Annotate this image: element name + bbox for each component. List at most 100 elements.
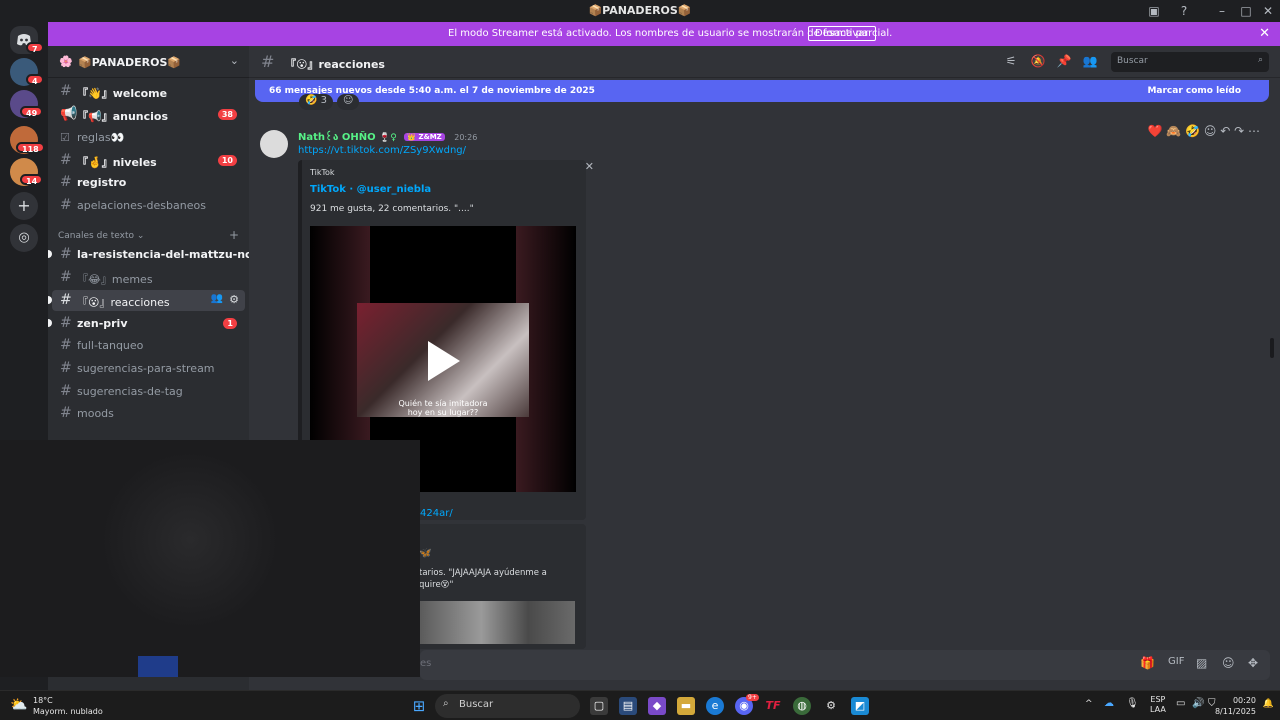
message-toolbar: ❤️ 🙈 🤣 ☺ ↶ ↷ ⋯ <box>1148 124 1260 138</box>
avatar[interactable] <box>260 130 288 158</box>
category-text-channels[interactable]: Canales de texto ⌄ <box>58 231 144 241</box>
channel-anuncios[interactable]: 📢 『📢』anuncios 38 <box>52 104 245 125</box>
channel-sugerencias-tag[interactable]: # sugerencias-de-tag <box>52 381 245 402</box>
channel-registro[interactable]: # registro <box>52 172 245 193</box>
close-icon[interactable]: ✕ <box>585 160 594 173</box>
steam-icon[interactable]: ⚙ <box>822 697 840 715</box>
close-window-button[interactable]: ✕ <box>1258 2 1278 20</box>
language-indicator[interactable]: ESP LAA <box>1150 695 1166 715</box>
channel-reglas[interactable]: ☑ reglas👀 <box>52 127 245 148</box>
server-icon-panaderos[interactable]: 49 <box>10 90 44 118</box>
add-server-icon[interactable]: + <box>10 192 38 220</box>
server-icon-3[interactable]: 118 <box>10 126 45 154</box>
scrollbar-thumb[interactable] <box>1270 338 1274 358</box>
search-input[interactable]: Buscar ⌕ <box>1111 52 1269 72</box>
channel-niveles[interactable]: # 『🤞』niveles 10 <box>52 150 245 171</box>
channel-memes[interactable]: # 『😂』memes <box>52 267 245 288</box>
emoji-reaction-icon[interactable]: 🙈 <box>1166 124 1181 138</box>
explore-icon[interactable]: ◎ <box>10 224 38 252</box>
task-view-icon[interactable]: ▢ <box>590 697 608 715</box>
gear-icon[interactable]: ⚙ <box>229 293 239 306</box>
message-link[interactable]: https://vt.tiktok.com/ZSy9Xwdng/ <box>298 145 466 156</box>
reaction-chip[interactable]: 🤣 3 <box>299 94 334 110</box>
embed-description: 921 me gusta, 22 comentarios. "...." <box>310 204 474 214</box>
message-composer[interactable]: es 🎁 GIF ▨ ☺ ✥ <box>420 650 1270 680</box>
forward-icon[interactable]: ↷ <box>1234 124 1244 138</box>
chat-header: # 『😮』reacciones ⚟ 🔕 📌 👥 Buscar ⌕ <box>249 46 1280 78</box>
laugh-reaction-icon[interactable]: 🤣 <box>1185 124 1200 138</box>
server-icon-1[interactable]: 4 <box>10 58 44 86</box>
emoji-icon[interactable]: ☺ <box>1222 656 1235 670</box>
new-messages-bar[interactable]: 66 mensajes nuevos desde 5:40 a.m. el 7 … <box>255 80 1269 102</box>
windows-start-icon[interactable]: ⊞ <box>410 697 428 715</box>
channel-label: 『😮』reacciones <box>77 296 170 309</box>
chevron-up-icon[interactable]: ^ <box>1085 699 1093 709</box>
video-caption: Quién te sía imitadora hoy en su lugar?? <box>357 399 529 417</box>
maximize-button[interactable]: □ <box>1236 2 1256 20</box>
gif-icon[interactable]: GIF <box>1168 656 1184 667</box>
close-icon[interactable]: ✕ <box>1259 26 1270 41</box>
hash-icon: # <box>60 197 72 213</box>
webcam-object <box>138 656 178 677</box>
server-tag: 👑 Z&MZ <box>404 133 445 141</box>
channel-full-tanqueo[interactable]: # full-tanqueo <box>52 335 245 356</box>
channel-sugerencias-stream[interactable]: # sugerencias-para-stream <box>52 358 245 379</box>
discord-home-icon[interactable]: 7 <box>10 26 44 54</box>
more-icon[interactable]: ⋯ <box>1248 124 1260 138</box>
hash-icon: # <box>60 292 72 308</box>
notification-icon[interactable]: 🔔 <box>1263 699 1274 709</box>
weather-icon[interactable]: ⛅ <box>10 697 27 713</box>
sticker-icon[interactable]: ▨ <box>1196 656 1207 670</box>
add-reaction-icon[interactable]: ☺ <box>1204 124 1217 138</box>
clock[interactable]: 00:20 8/11/2025 <box>1215 695 1256 717</box>
chevron-down-icon[interactable]: ⌄ <box>230 54 239 67</box>
network-icon[interactable]: ▭ <box>1176 698 1185 709</box>
server-icon-4[interactable]: 14 <box>10 158 44 186</box>
edge-icon[interactable]: e <box>706 697 724 715</box>
add-reaction-icon[interactable]: ☺ <box>337 94 360 110</box>
channel-reacciones[interactable]: # 『😮』reacciones 👥 ⚙ <box>48 290 245 311</box>
copilot-icon[interactable]: ◆ <box>648 697 666 715</box>
play-icon[interactable] <box>428 341 460 381</box>
video-thumbnail[interactable] <box>419 601 575 644</box>
heart-reaction-icon[interactable]: ❤️ <box>1148 124 1163 138</box>
channel-zen-priv[interactable]: # zen-priv 1 <box>48 313 245 334</box>
volume-icon[interactable]: 🔊 <box>1192 698 1204 709</box>
channel-label: zen-priv <box>77 317 128 330</box>
file-explorer-icon[interactable]: ▬ <box>677 697 695 715</box>
tf-app-icon[interactable]: TF <box>764 697 782 715</box>
channel-apelaciones[interactable]: # apelaciones-desbaneos <box>52 195 245 216</box>
server-header[interactable]: 🌸 📦PANADEROS📦 ⌄ <box>48 46 249 78</box>
reply-icon[interactable]: ↶ <box>1220 124 1230 138</box>
taskbar-search[interactable]: ⌕ Buscar <box>435 694 580 718</box>
channel-moods[interactable]: # moods <box>52 403 245 424</box>
channel-welcome[interactable]: # 『👋』welcome <box>52 81 245 102</box>
mic-icon[interactable]: 🎙 <box>1126 698 1139 709</box>
app-icon-green[interactable]: ◍ <box>793 697 811 715</box>
webcam-person <box>100 450 280 630</box>
bell-muted-icon[interactable]: 🔕 <box>1030 54 1046 70</box>
channel-la-resistencia[interactable]: # la-resistencia-del-mattzu-no-s... <box>48 244 276 265</box>
hash-icon: # <box>60 405 72 421</box>
threads-icon[interactable]: ⚟ <box>1003 54 1019 70</box>
add-channel-icon[interactable]: + <box>229 228 239 242</box>
pin-icon[interactable]: 📌 <box>1056 54 1072 70</box>
help-icon[interactable]: ? <box>1174 2 1194 20</box>
store-icon[interactable]: ▤ <box>619 697 637 715</box>
invite-icon[interactable]: 👥 <box>211 293 223 304</box>
photos-icon[interactable]: ◩ <box>851 697 869 715</box>
inbox-icon[interactable]: ▣ <box>1144 2 1164 20</box>
mark-read-button[interactable]: Marcar como leído <box>1147 86 1241 96</box>
minimize-button[interactable]: – <box>1212 2 1232 20</box>
disable-streamer-button[interactable]: Desactivar <box>808 26 876 41</box>
message-author[interactable]: Nath꒰ა OHÑO 🍷♀ 👑 Z&MZ 20:26 <box>298 130 477 143</box>
hash-icon: # <box>60 360 72 376</box>
channel-label: la-resistencia-del-mattzu-no-s... <box>77 248 277 261</box>
gift-icon[interactable]: 🎁 <box>1140 656 1155 670</box>
apps-icon[interactable]: ✥ <box>1248 656 1258 670</box>
members-icon[interactable]: 👥 <box>1082 54 1098 70</box>
message-link[interactable]: 424ar/ <box>420 508 453 519</box>
weather-widget[interactable]: 18°C Mayorm. nublado <box>33 695 103 717</box>
embed-title[interactable]: TikTok · @user_niebla <box>310 184 431 195</box>
onedrive-icon[interactable]: ☁ <box>1104 698 1114 709</box>
